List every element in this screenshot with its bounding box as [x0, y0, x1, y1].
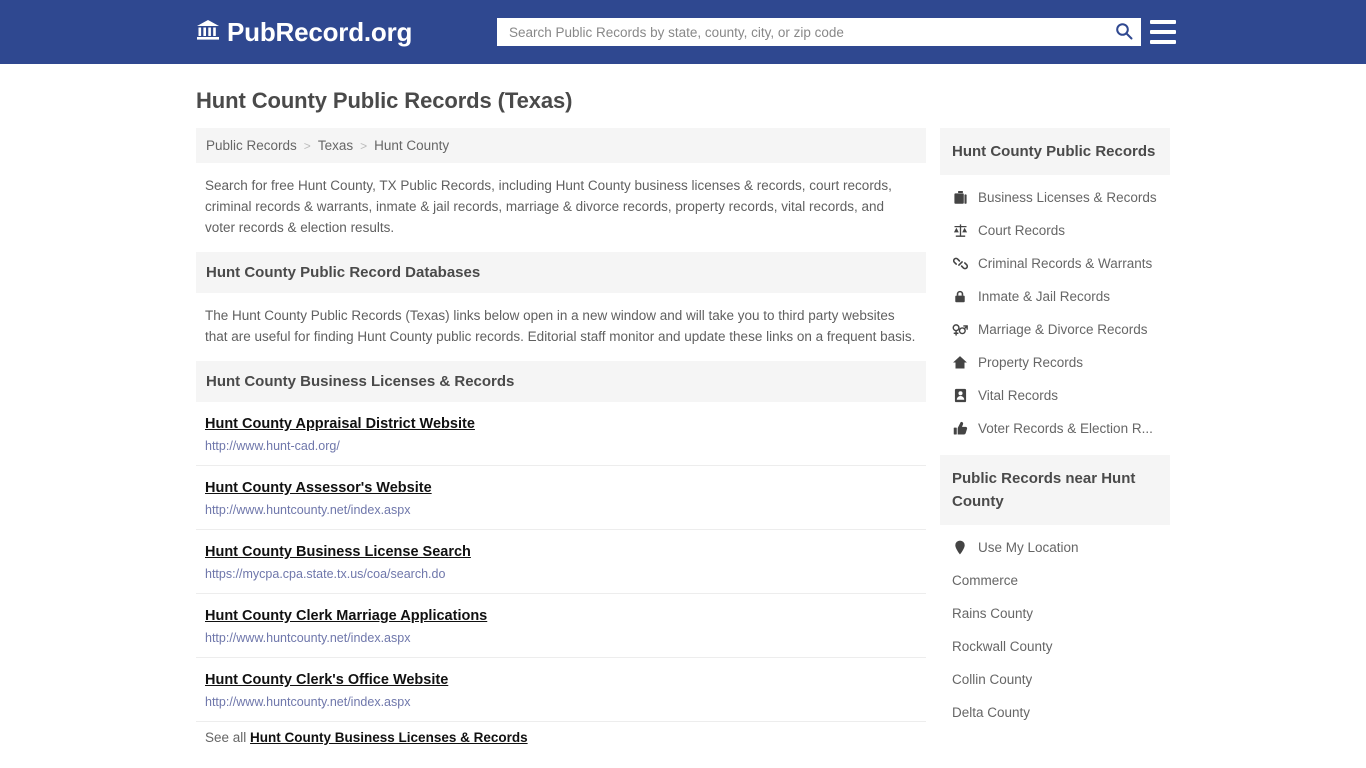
scales-icon: [952, 223, 968, 238]
record-link-title[interactable]: Hunt County Business License Search: [205, 544, 471, 560]
search-bar: [497, 18, 1141, 46]
sidebar-item-label: Voter Records & Election R...: [978, 421, 1153, 436]
hamburger-bar: [1150, 30, 1176, 34]
sidebar-item-label: Rockwall County: [952, 639, 1053, 654]
sidebar-item-label: Marriage & Divorce Records: [978, 322, 1148, 337]
record-link-title[interactable]: Hunt County Assessor's Website: [205, 480, 432, 496]
sidebar-item-label: Criminal Records & Warrants: [978, 256, 1153, 271]
databases-section-heading: Hunt County Public Record Databases: [196, 252, 926, 293]
site-header: PubRecord.org: [0, 0, 1366, 64]
sidebar-item-label: Delta County: [952, 705, 1031, 720]
breadcrumb-separator: >: [303, 138, 311, 153]
sidebar-item-label: Use My Location: [978, 540, 1079, 555]
databases-section-text: The Hunt County Public Records (Texas) l…: [205, 308, 916, 344]
records-panel: Hunt County Public Records Business Lice…: [940, 128, 1170, 445]
sidebar-item-label: Collin County: [952, 672, 1033, 687]
record-link-title[interactable]: Hunt County Clerk Marriage Applications: [205, 608, 487, 624]
sidebar-item-vital-records[interactable]: Vital Records: [940, 379, 1170, 412]
breadcrumb-item-texas[interactable]: Texas: [318, 138, 353, 153]
hamburger-bar: [1150, 20, 1176, 24]
record-link-url[interactable]: http://www.huntcounty.net/index.aspx: [205, 631, 917, 645]
see-all-link[interactable]: Hunt County Business Licenses & Records: [250, 730, 528, 745]
content-columns: Public Records > Texas > Hunt County Sea…: [196, 128, 1170, 765]
business-section-heading: Hunt County Business Licenses & Records: [196, 361, 926, 402]
sidebar-item-label: Inmate & Jail Records: [978, 289, 1111, 304]
record-link-row: Hunt County Clerk's Office Website http:…: [196, 658, 926, 722]
sidebar-item-label: Business Licenses & Records: [978, 190, 1157, 205]
site-logo-text: PubRecord.org: [227, 17, 413, 47]
see-all-row: See all Hunt County Business Licenses & …: [196, 722, 926, 765]
search-input[interactable]: [507, 20, 1113, 44]
sidebar-item-label: Court Records: [978, 223, 1066, 238]
home-icon: [952, 355, 968, 370]
sidebar-item-criminal-records[interactable]: Criminal Records & Warrants: [940, 247, 1170, 280]
record-link-url[interactable]: http://www.hunt-cad.org/: [205, 439, 917, 453]
record-link-url[interactable]: https://mycpa.cpa.state.tx.us/coa/search…: [205, 567, 917, 581]
records-panel-list: Business Licenses & Records Court Record…: [940, 175, 1170, 445]
sidebar-item-commerce[interactable]: Commerce: [940, 564, 1170, 597]
records-panel-heading: Hunt County Public Records: [940, 128, 1170, 175]
bank-icon: [196, 19, 220, 46]
main-column: Public Records > Texas > Hunt County Sea…: [196, 128, 926, 765]
intro-paragraph: Search for free Hunt County, TX Public R…: [205, 178, 892, 235]
sidebar-item-rains-county[interactable]: Rains County: [940, 597, 1170, 630]
sidebar-item-business-licenses[interactable]: Business Licenses & Records: [940, 181, 1170, 214]
search-button[interactable]: [1113, 22, 1135, 43]
record-link-title[interactable]: Hunt County Clerk's Office Website: [205, 672, 448, 688]
briefcase-icon: [952, 190, 968, 205]
page-title: Hunt County Public Records (Texas): [196, 88, 573, 113]
breadcrumb-item-hunt-county[interactable]: Hunt County: [374, 138, 449, 153]
hamburger-bar: [1150, 40, 1176, 44]
nearby-panel-list: Use My Location Commerce Rains County Ro…: [940, 525, 1170, 729]
record-link-url[interactable]: http://www.huntcounty.net/index.aspx: [205, 503, 917, 517]
record-link-row: Hunt County Appraisal District Website h…: [196, 402, 926, 466]
sidebar-item-label: Rains County: [952, 606, 1034, 621]
sidebar-item-delta-county[interactable]: Delta County: [940, 696, 1170, 729]
sidebar-item-marriage-divorce-records[interactable]: Marriage & Divorce Records: [940, 313, 1170, 346]
breadcrumb: Public Records > Texas > Hunt County: [196, 128, 926, 163]
sidebar-item-voter-records[interactable]: Voter Records & Election R...: [940, 412, 1170, 445]
handcuffs-icon: [952, 256, 968, 271]
nearby-panel-heading: Public Records near Hunt County: [940, 455, 1170, 525]
sidebar-item-property-records[interactable]: Property Records: [940, 346, 1170, 379]
map-pin-icon: [952, 540, 968, 555]
see-all-prefix: See all: [205, 730, 247, 745]
sidebar-item-label: Property Records: [978, 355, 1084, 370]
record-link-url[interactable]: http://www.huntcounty.net/index.aspx: [205, 695, 917, 709]
record-link-row: Hunt County Business License Search http…: [196, 530, 926, 594]
sidebar-item-court-records[interactable]: Court Records: [940, 214, 1170, 247]
thumbs-up-icon: [952, 421, 968, 436]
breadcrumb-item-public-records[interactable]: Public Records: [206, 138, 297, 153]
sidebar-item-rockwall-county[interactable]: Rockwall County: [940, 630, 1170, 663]
sidebar: Hunt County Public Records Business Lice…: [940, 128, 1170, 739]
id-card-icon: [952, 388, 968, 403]
sidebar-item-label: Vital Records: [978, 388, 1059, 403]
breadcrumb-separator: >: [360, 138, 368, 153]
record-link-row: Hunt County Clerk Marriage Applications …: [196, 594, 926, 658]
page-container: Hunt County Public Records (Texas) Publi…: [0, 88, 1366, 765]
record-link-title[interactable]: Hunt County Appraisal District Website: [205, 416, 475, 432]
sidebar-item-label: Commerce: [952, 573, 1019, 588]
hamburger-menu-icon[interactable]: [1150, 20, 1176, 44]
search-icon: [1115, 22, 1133, 43]
site-logo[interactable]: PubRecord.org: [196, 19, 412, 46]
sidebar-item-inmate-jail-records[interactable]: Inmate & Jail Records: [940, 280, 1170, 313]
venus-mars-icon: [952, 322, 968, 337]
lock-icon: [952, 289, 968, 304]
sidebar-item-collin-county[interactable]: Collin County: [940, 663, 1170, 696]
sidebar-item-use-my-location[interactable]: Use My Location: [940, 531, 1170, 564]
record-link-row: Hunt County Assessor's Website http://ww…: [196, 466, 926, 530]
nearby-panel: Public Records near Hunt County Use My L…: [940, 455, 1170, 729]
